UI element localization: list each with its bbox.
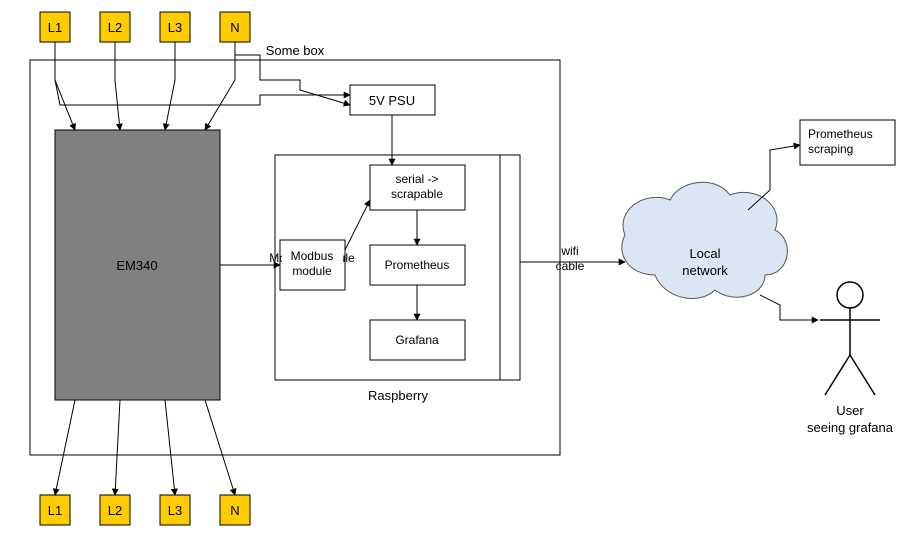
svg-text:L2: L2: [108, 20, 122, 35]
container-label: Some box: [266, 43, 325, 58]
grafana-label: Grafana: [395, 333, 439, 347]
svg-text:N: N: [230, 20, 239, 35]
meter-label: EM340: [116, 258, 157, 273]
terminal-bottom-l1: L1: [40, 495, 70, 525]
scraper-label-l1: Prometheus: [808, 127, 873, 141]
adapter-label-l1: serial ->: [395, 172, 438, 186]
user-icon: [820, 282, 880, 395]
scraper-label-l2: scraping: [808, 142, 853, 156]
terminal-top-n: N: [220, 12, 250, 42]
cloud-label-l1: Local: [689, 246, 720, 261]
terminal-bottom-l3: L3: [160, 495, 190, 525]
svg-text:Modbus: Modbus: [291, 249, 334, 263]
raspberry-label: Raspberry: [368, 388, 428, 403]
cloud-local-network: [622, 182, 787, 298]
user-label-l2: seeing grafana: [807, 420, 894, 435]
svg-text:L3: L3: [168, 20, 182, 35]
terminal-top-l3: L3: [160, 12, 190, 42]
architecture-diagram: Some box L1 L2 L3 N EM340 5V PSU Raspber…: [0, 0, 922, 547]
svg-text:L2: L2: [108, 503, 122, 518]
svg-text:L3: L3: [168, 503, 182, 518]
link-label-l2: cable: [556, 259, 585, 273]
terminal-top-l2: L2: [100, 12, 130, 42]
prometheus-label: Prometheus: [385, 258, 450, 272]
svg-text:L1: L1: [48, 503, 62, 518]
svg-text:module: module: [292, 264, 332, 278]
terminal-top-l1: L1: [40, 12, 70, 42]
link-label-l1: wifi: [560, 244, 578, 258]
arrow-cloud-to-user: [760, 295, 818, 320]
svg-text:L1: L1: [48, 20, 62, 35]
user-label-l1: User: [836, 403, 864, 418]
cloud-label-l2: network: [682, 263, 728, 278]
terminal-bottom-l2: L2: [100, 495, 130, 525]
svg-text:N: N: [230, 503, 239, 518]
psu-label: 5V PSU: [369, 93, 415, 108]
adapter-label-l2: scrapable: [391, 187, 443, 201]
terminal-bottom-n: N: [220, 495, 250, 525]
